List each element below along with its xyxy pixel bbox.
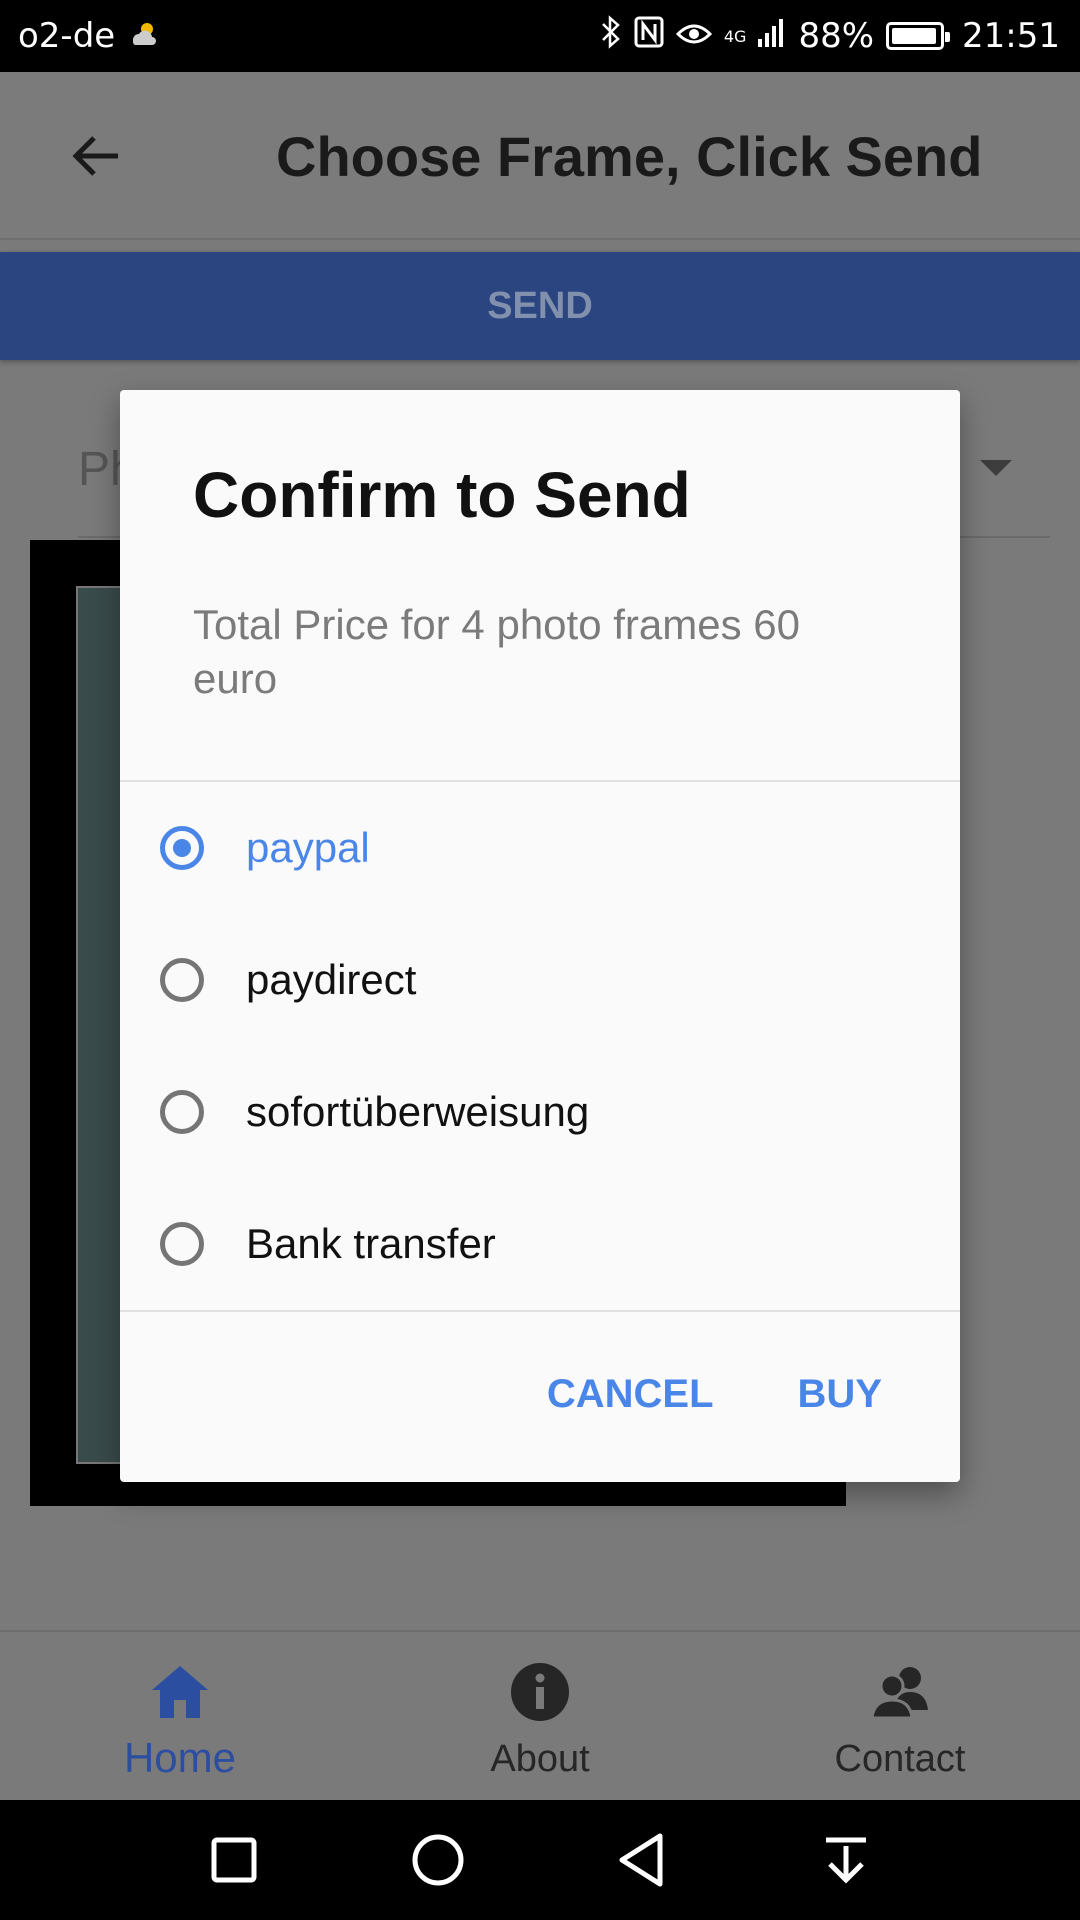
dialog-title: Confirm to Send — [193, 459, 691, 531]
radio-unchecked-icon[interactable] — [160, 1090, 204, 1134]
radio-unchecked-icon[interactable] — [160, 958, 204, 1002]
payment-option-label: sofortüberweisung — [246, 1088, 590, 1135]
payment-option-paydirect[interactable]: paydirect — [120, 914, 960, 1046]
carrier-name: o2-de — [18, 16, 116, 56]
photo-preview — [76, 586, 124, 1464]
nav-home-label: Home — [123, 1734, 237, 1781]
payment-option-label: Bank transfer — [246, 1220, 496, 1267]
payment-option-sofortueberweisung[interactable]: sofortüberweisung — [120, 1046, 960, 1178]
weather-icon — [127, 16, 157, 56]
page-title: Choose Frame, Click Send — [276, 125, 983, 188]
contacts-icon — [868, 1660, 932, 1724]
payment-option-label: paydirect — [246, 956, 417, 1003]
battery-icon — [886, 22, 951, 50]
app-bar: Choose Frame, Click Send — [0, 72, 1080, 240]
signal-icon — [758, 16, 786, 56]
battery-percent: 88% — [798, 16, 875, 56]
notification-pulldown-icon[interactable] — [816, 1830, 876, 1890]
payment-option-paypal[interactable]: paypal — [120, 782, 960, 914]
recents-square-icon[interactable] — [204, 1830, 264, 1890]
dropdown-arrow-icon[interactable] — [980, 460, 1012, 476]
nav-home[interactable]: Home — [0, 1632, 360, 1802]
back-triangle-icon[interactable] — [612, 1830, 672, 1890]
confirm-dialog: Confirm to Send Total Price for 4 photo … — [120, 390, 960, 1482]
buy-button[interactable]: BUY — [798, 1372, 882, 1417]
status-bar: o2-de 4G 88% 21:51 — [0, 0, 1080, 72]
nav-about-label: About — [490, 1738, 590, 1780]
info-icon — [508, 1660, 572, 1724]
network-type-label: 4G — [723, 26, 747, 46]
radio-checked-icon[interactable] — [160, 826, 204, 870]
nav-contact-label: Contact — [834, 1738, 966, 1780]
bluetooth-icon — [600, 14, 622, 58]
system-navigation-bar — [0, 1800, 1080, 1920]
dialog-divider-bottom — [120, 1310, 960, 1312]
send-button[interactable]: SEND — [0, 252, 1080, 360]
payment-option-label: paypal — [246, 824, 370, 871]
home-icon — [148, 1660, 212, 1724]
nav-about[interactable]: About — [360, 1632, 720, 1802]
cancel-button[interactable]: CANCEL — [547, 1372, 714, 1417]
radio-unchecked-icon[interactable] — [160, 1222, 204, 1266]
nav-contact[interactable]: Contact — [720, 1632, 1080, 1802]
home-circle-icon[interactable] — [408, 1830, 468, 1890]
bottom-navigation: Home About Contact — [0, 1630, 1080, 1800]
payment-option-bank-transfer[interactable]: Bank transfer — [120, 1178, 960, 1310]
dialog-message: Total Price for 4 photo frames 60 euro — [193, 601, 800, 702]
eye-comfort-icon — [675, 16, 712, 56]
clock: 21:51 — [962, 16, 1060, 56]
nfc-icon — [634, 16, 664, 57]
